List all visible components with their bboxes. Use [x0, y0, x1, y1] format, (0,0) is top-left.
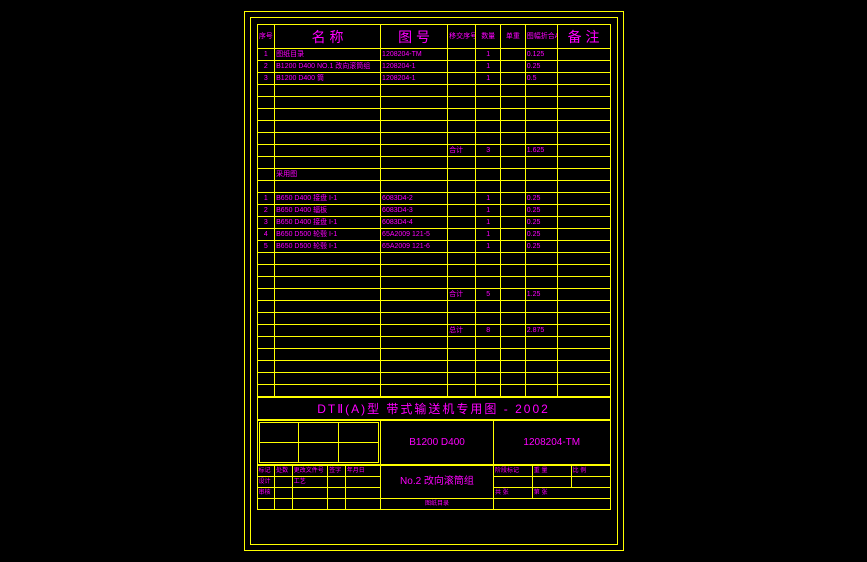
- subtotal-row: 合计51.25: [257, 289, 610, 301]
- sig-row: 图纸目录: [257, 499, 610, 510]
- subtotal-row: 合计31.625: [257, 145, 610, 157]
- table-row: 4B650 D500 轮毂 I-165A2009 121-510.25: [257, 229, 610, 241]
- table-row: 采用图: [257, 169, 610, 181]
- table-row: 1B650 D400 接盘 I-16083D4-210.25: [257, 193, 610, 205]
- table-row: [257, 361, 610, 373]
- doc-type: 图纸目录: [381, 499, 494, 510]
- table-row: [257, 373, 610, 385]
- header-row: 序号 名 称 图 号 移交序号 数量 单重 图幅折合A1 备 注: [257, 25, 610, 49]
- col-xfer: 移交序号: [448, 25, 476, 49]
- drawing-title: DTⅡ(A)型 带式输送机专用图 - 2002: [257, 398, 610, 420]
- drawing-content: 序号 名 称 图 号 移交序号 数量 单重 图幅折合A1 备 注 1图纸目录12…: [257, 24, 611, 538]
- table-row: [257, 181, 610, 193]
- drawing-frame-outer: 序号 名 称 图 号 移交序号 数量 单重 图幅折合A1 备 注 1图纸目录12…: [244, 11, 624, 551]
- parts-list-table: 序号 名 称 图 号 移交序号 数量 单重 图幅折合A1 备 注 1图纸目录12…: [257, 24, 611, 397]
- col-dwg: 图 号: [381, 25, 448, 49]
- signature-block: 标记 处数 更改文件号 签字 年月日 No.2 改向滚筒组 阶段标记 重 量 比…: [257, 465, 611, 510]
- col-seq: 序号: [257, 25, 275, 49]
- table-row: [257, 349, 610, 361]
- col-a1: 图幅折合A1: [525, 25, 557, 49]
- table-row: 3B1200 D400 筒1208204-110.5: [257, 73, 610, 85]
- table-row: [257, 265, 610, 277]
- table-row: [257, 385, 610, 397]
- table-row: [257, 337, 610, 349]
- table-row: [257, 253, 610, 265]
- col-qty: 数量: [476, 25, 501, 49]
- table-row: [257, 97, 610, 109]
- table-row: 1图纸目录1208204-TM10.125: [257, 49, 610, 61]
- col-wt: 单重: [501, 25, 526, 49]
- table-row: 2B650 D400 辐板6083D4-310.25: [257, 205, 610, 217]
- total-row: 总计82.875: [257, 325, 610, 337]
- sig-header-row: 标记 处数 更改文件号 签字 年月日 No.2 改向滚筒组 阶段标记 重 量 比…: [257, 466, 610, 477]
- title-sub-block: B1200 D400 1208204-TM: [257, 420, 611, 465]
- spec-row: B1200 D400 1208204-TM: [257, 421, 610, 465]
- table-row: [257, 157, 610, 169]
- table-row: [257, 301, 610, 313]
- col-remark: 备 注: [557, 25, 610, 49]
- spec-value: B1200 D400: [381, 421, 494, 465]
- code-value: 1208204-TM: [494, 421, 611, 465]
- col-name: 名 称: [275, 25, 381, 49]
- assembly-name: No.2 改向滚筒组: [381, 466, 494, 499]
- empty-cell: [257, 421, 381, 465]
- title-block: DTⅡ(A)型 带式输送机专用图 - 2002: [257, 397, 611, 420]
- table-row: 2B1200 D400 NO.1 改向滚筒组1208204-110.25: [257, 61, 610, 73]
- table-row: [257, 277, 610, 289]
- table-row: [257, 109, 610, 121]
- table-row: 5B650 D500 轮毂 I-165A2009 121-610.25: [257, 241, 610, 253]
- table-row: [257, 121, 610, 133]
- table-row: [257, 133, 610, 145]
- table-row: 3B650 D400 接盘 I-16083D4-410.25: [257, 217, 610, 229]
- table-row: [257, 85, 610, 97]
- table-row: [257, 313, 610, 325]
- title-row: DTⅡ(A)型 带式输送机专用图 - 2002: [257, 398, 610, 420]
